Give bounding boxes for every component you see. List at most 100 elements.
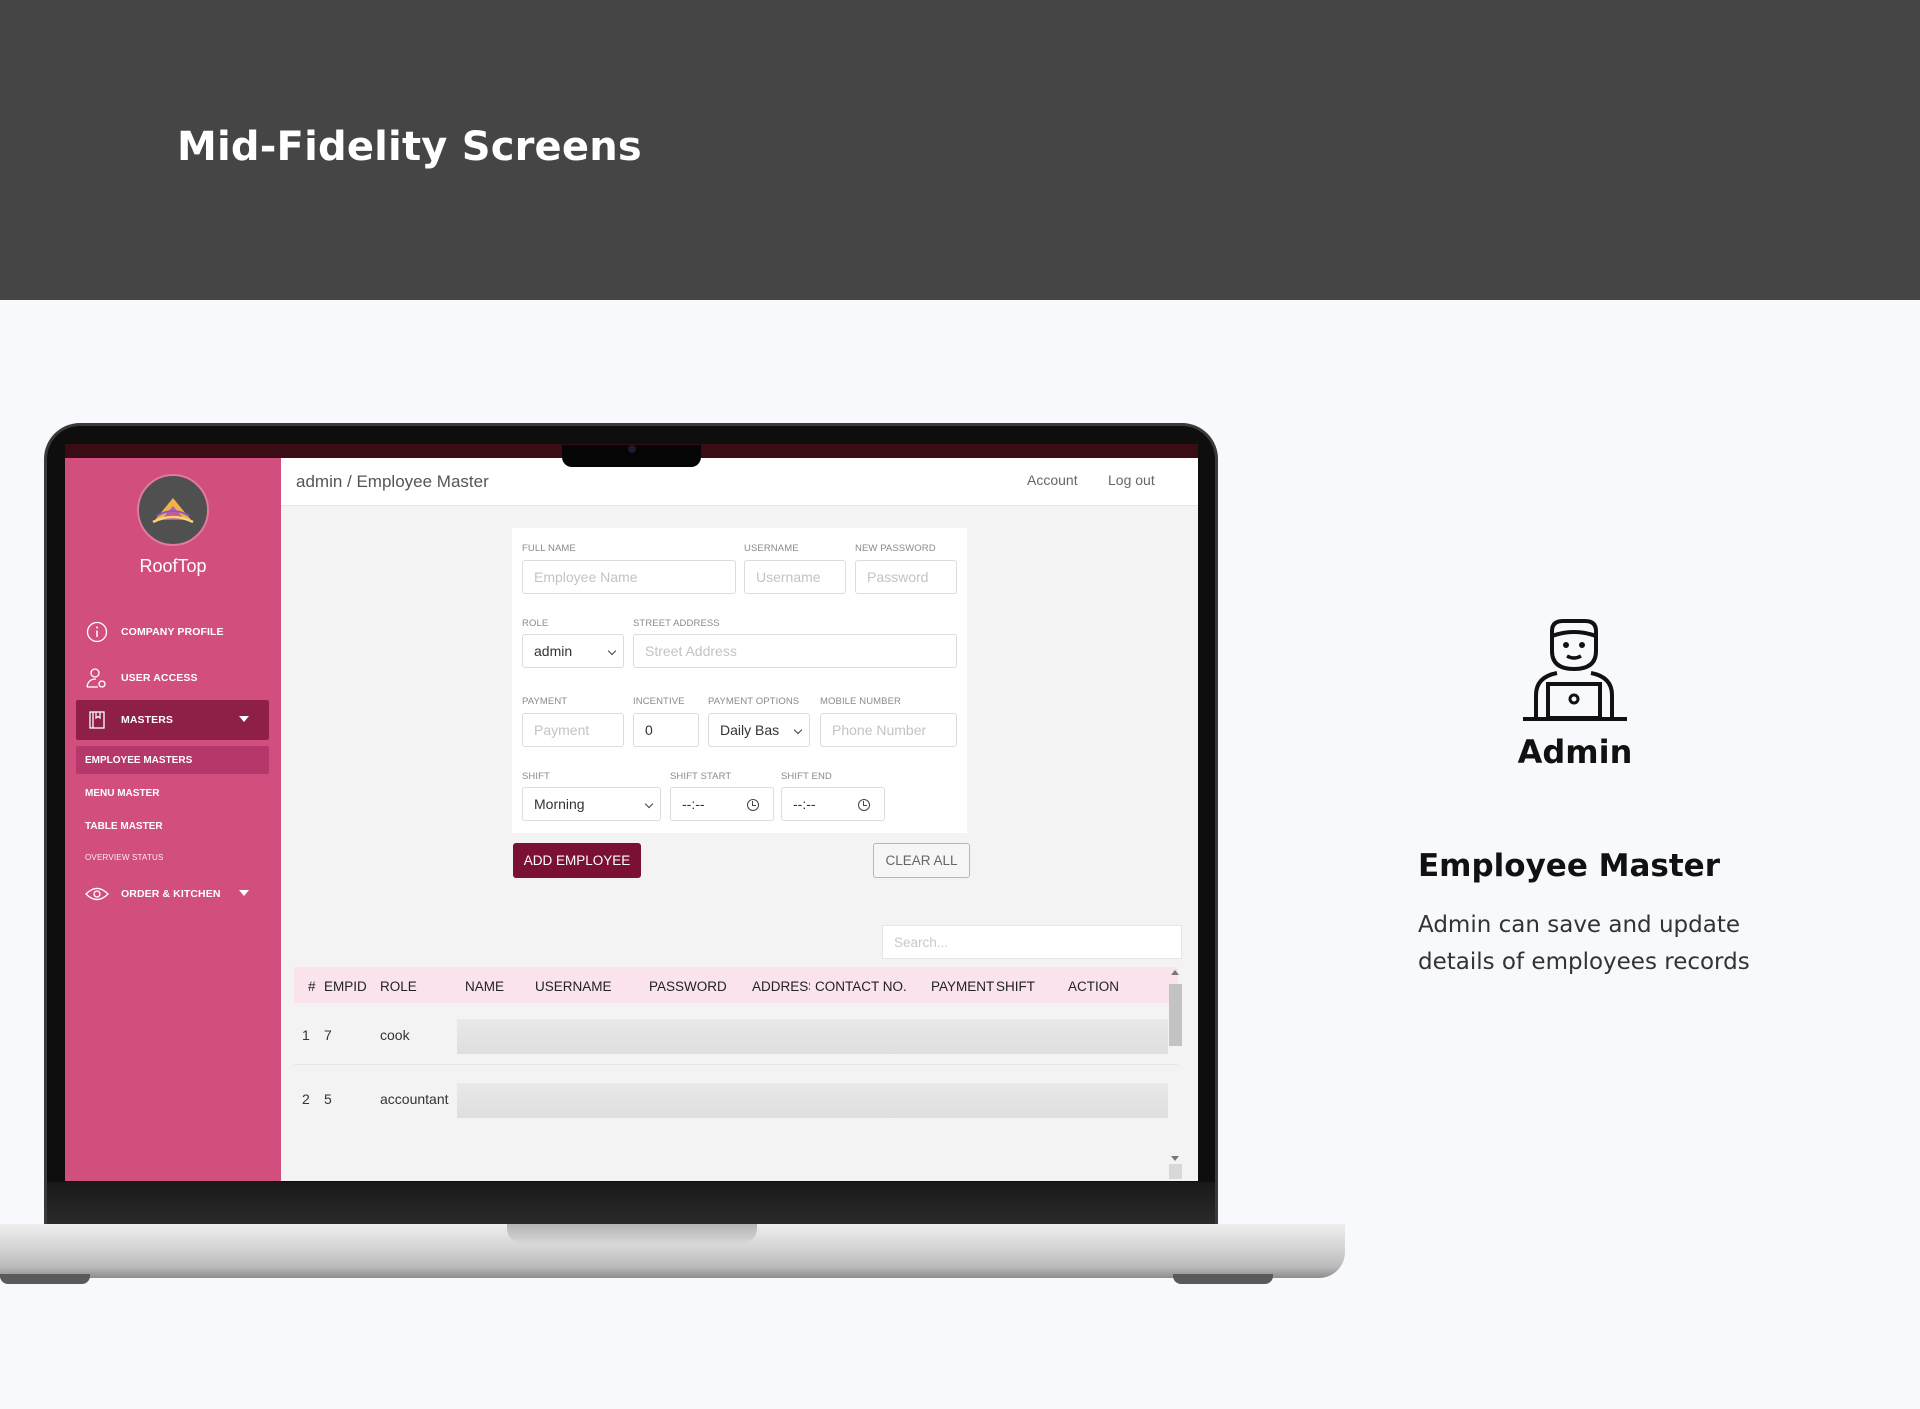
role-value: admin (534, 643, 573, 659)
street-address-label: STREET ADDRESS (633, 618, 720, 629)
user-settings-icon (85, 666, 109, 690)
add-employee-button[interactable]: ADD EMPLOYEE (513, 843, 641, 878)
laptop-screen: RoofTop COMPANY PROFILE USER ACCESS MAST… (65, 444, 1198, 1181)
column-header: EMPID (324, 979, 367, 994)
column-header: ADDRESS (752, 979, 810, 994)
admin-laptop-icon (1519, 611, 1631, 723)
payment-options-value: Daily Bas (720, 722, 780, 738)
payment-options-select[interactable]: Daily Bas (708, 713, 810, 747)
shift-value: Morning (534, 796, 585, 812)
row-loading-bar (457, 1083, 1168, 1118)
incentive-input[interactable]: 0 (633, 713, 699, 747)
row-number: 1 (302, 1027, 310, 1043)
sidebar-item-label: COMPANY PROFILE (121, 626, 224, 638)
role-label: ROLE (522, 618, 549, 629)
row-empid: 5 (324, 1091, 332, 1107)
column-header: # (308, 979, 316, 994)
full-name-input[interactable]: Employee Name (522, 560, 736, 594)
rooftop-logo[interactable] (137, 474, 209, 546)
row-role: accountant (380, 1091, 449, 1107)
new-password-input[interactable]: Password (855, 560, 957, 594)
logout-link[interactable]: Log out (1108, 472, 1155, 488)
column-header: PASSWORD (649, 979, 727, 994)
sidebar-item-order-kitchen[interactable]: ORDER & KITCHEN (76, 874, 269, 914)
section-title: Employee Master (1418, 848, 1720, 884)
payment-label: PAYMENT (522, 696, 568, 707)
shift-select[interactable]: Morning (522, 787, 661, 821)
row-role: cook (380, 1027, 410, 1043)
column-header: ACTION (1068, 979, 1120, 994)
street-address-input[interactable]: Street Address (633, 634, 957, 668)
mobile-number-label: MOBILE NUMBER (820, 696, 902, 707)
chevron-down-icon (793, 725, 803, 735)
column-header: PAYMENT (931, 979, 995, 994)
column-header: ROLE (380, 979, 417, 994)
table-row[interactable]: 1 7 cook (294, 1003, 1178, 1065)
sidebar-item-label: ORDER & KITCHEN (121, 888, 221, 900)
section-description: Admin can save and update details of emp… (1418, 912, 1750, 975)
sidebar-item-masters[interactable]: MASTERS (76, 700, 269, 740)
brand-name: RoofTop (139, 556, 207, 576)
incentive-label: INCENTIVE (633, 696, 685, 707)
scrollbar-thumb[interactable] (1169, 984, 1182, 1046)
sidebar-subitem-table-master[interactable]: TABLE MASTER (76, 812, 269, 840)
table-header: # EMPID ROLE NAME USERNAME PASSWORD ADDR… (294, 967, 1178, 1003)
shift-start-input[interactable]: --:-- (670, 787, 774, 821)
column-header: USERNAME (535, 979, 612, 994)
shift-start-label: SHIFT START (670, 771, 732, 782)
row-empid: 7 (324, 1027, 332, 1043)
shift-label: SHIFT (522, 771, 550, 782)
account-link[interactable]: Account (1027, 472, 1078, 488)
chevron-down-icon (239, 716, 249, 722)
shift-end-input[interactable]: --:-- (781, 787, 885, 821)
sidebar-item-label: USER ACCESS (121, 672, 198, 684)
clear-all-button[interactable]: CLEAR ALL (873, 843, 970, 878)
shift-start-value: --:-- (682, 796, 705, 812)
sidebar-subitem-menu-master[interactable]: MENU MASTER (76, 779, 269, 807)
sidebar-item-label: MASTERS (121, 714, 174, 726)
row-loading-bar (457, 1019, 1168, 1054)
column-header: SHIFT (996, 979, 1035, 994)
chevron-down-icon (239, 890, 249, 896)
sidebar: RoofTop COMPANY PROFILE USER ACCESS MAST… (65, 458, 281, 1181)
sidebar-item-user-access[interactable]: USER ACCESS (76, 658, 269, 698)
table-row[interactable]: 2 5 accountant (294, 1065, 1178, 1127)
top-bar: admin / Employee Master Account Log out (281, 458, 1198, 506)
laptop-foot-right (1173, 1274, 1273, 1284)
search-input[interactable]: Search... (882, 925, 1182, 959)
scroll-down-icon[interactable] (1171, 1156, 1179, 1161)
camera-icon (628, 445, 636, 453)
row-number: 2 (302, 1091, 310, 1107)
chevron-down-icon (607, 646, 617, 656)
chevron-down-icon (644, 799, 654, 809)
shift-end-value: --:-- (793, 796, 816, 812)
persona-label: Admin (1517, 733, 1633, 771)
page-title: Mid-Fidelity Screens (177, 124, 642, 170)
column-header: CONTACT NO. (815, 979, 907, 994)
payment-input[interactable]: Payment (522, 713, 624, 747)
laptop-bezel-bottom (47, 1182, 1215, 1224)
mobile-number-input[interactable]: Phone Number (820, 713, 957, 747)
breadcrumb: admin / Employee Master (296, 472, 489, 491)
sidebar-item-company-profile[interactable]: COMPANY PROFILE (76, 612, 269, 652)
book-icon (85, 708, 109, 732)
role-select[interactable]: admin (522, 634, 624, 668)
new-password-label: NEW PASSWORD (855, 543, 936, 554)
clock-icon (858, 799, 870, 811)
scroll-up-icon[interactable] (1171, 970, 1179, 975)
sidebar-subitem-employee-masters[interactable]: EMPLOYEE MASTERS (76, 746, 269, 774)
payment-options-label: PAYMENT OPTIONS (708, 696, 800, 707)
laptop-thumb-notch (507, 1224, 757, 1244)
clock-icon (747, 799, 759, 811)
header-banner: Mid-Fidelity Screens (0, 0, 1920, 300)
app-window: RoofTop COMPANY PROFILE USER ACCESS MAST… (65, 458, 1198, 1181)
laptop-foot-left (0, 1274, 90, 1284)
eye-icon (85, 882, 109, 906)
column-header: NAME (465, 979, 505, 994)
full-name-label: FULL NAME (522, 543, 576, 554)
employee-form: FULL NAME Employee Name USERNAME Usernam… (512, 528, 967, 833)
username-input[interactable]: Username (744, 560, 846, 594)
shift-end-label: SHIFT END (781, 771, 832, 782)
info-icon (85, 620, 109, 644)
sidebar-section-label: OVERVIEW STATUS (85, 853, 164, 862)
